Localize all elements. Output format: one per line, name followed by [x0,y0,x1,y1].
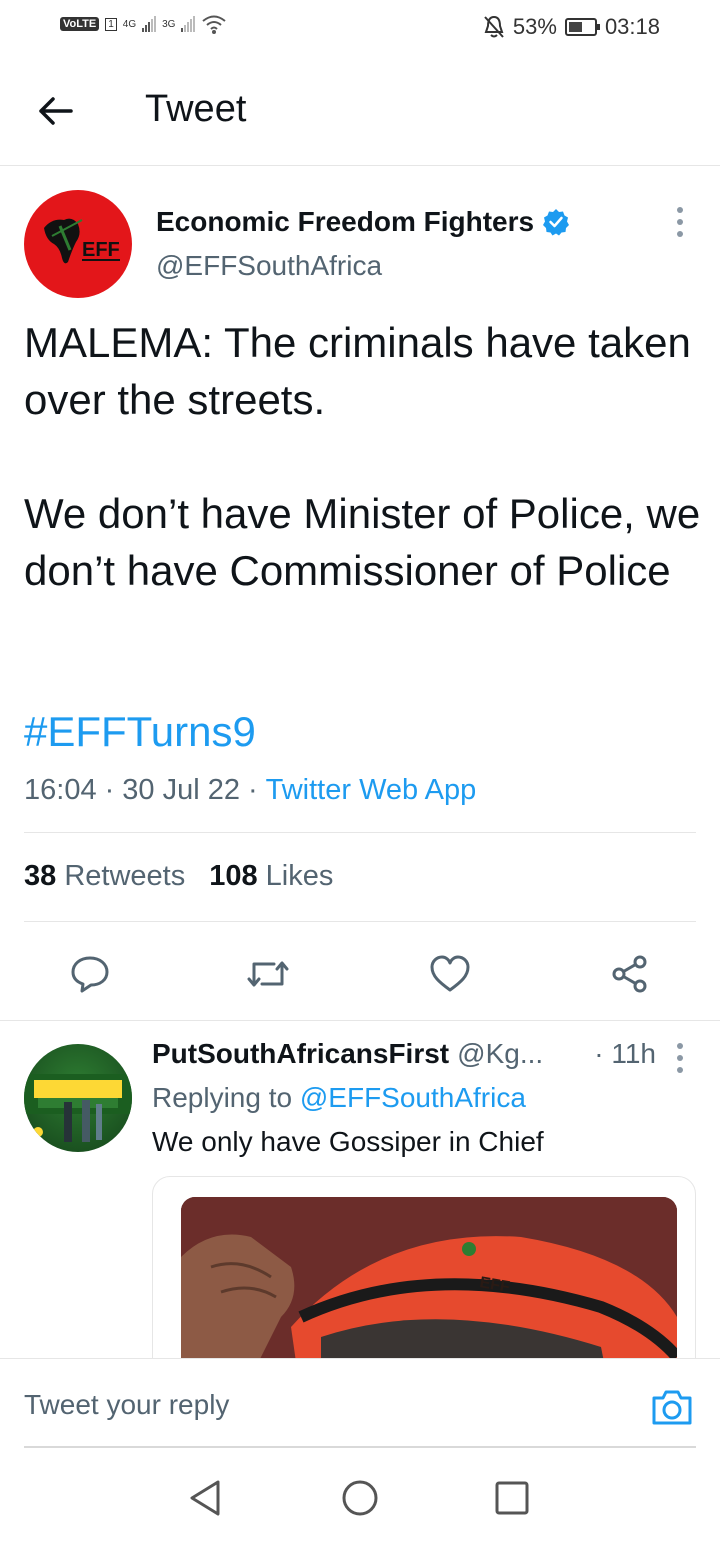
reply-button[interactable] [66,950,114,998]
tweet-date: 30 Jul 22 [122,774,240,806]
wifi-icon [202,15,227,34]
share-icon [612,955,647,993]
tweet-source-link[interactable]: Twitter Web App [266,774,477,807]
retweet-icon [247,961,289,987]
reply-input[interactable]: Tweet your reply [24,1389,229,1421]
status-bar: VoLTE 1 4G 3G 53% 03:18 [0,0,720,56]
meta-separator: · [247,774,258,806]
reply-composer: Tweet your reply [0,1358,720,1448]
network-3g: 3G [162,18,176,30]
tweet-actions [0,936,720,1020]
retweet-button[interactable] [244,950,292,998]
meta-separator: · [104,774,115,806]
clock: 03:18 [604,14,660,39]
author-handle[interactable]: @EFFSouthAfrica [156,250,382,282]
reply-author-handle[interactable]: @Kg... [457,1038,543,1070]
avatar-label: EFF [82,239,120,261]
retweets-label: Retweets [64,860,186,892]
divider [24,832,696,833]
reply-author-name[interactable]: PutSouthAfricansFirst [152,1038,449,1070]
more-options-icon[interactable] [670,206,690,238]
likes-label: Likes [265,860,334,892]
reply-time: · 11h [594,1038,656,1069]
reply-avatar-image [24,1074,132,1142]
reply-body: We only have Gossiper in Chief [152,1126,544,1157]
likes-count: 108 [209,860,258,892]
replying-to-link[interactable]: @EFFSouthAfrica [300,1082,526,1113]
reply-media-image[interactable]: EFF [181,1197,677,1360]
retweets-count: 38 [24,860,57,892]
nav-home-icon[interactable] [340,1478,380,1518]
likes-stat[interactable]: 108 Likes [209,860,333,893]
retweets-stat[interactable]: 38 Retweets [24,860,185,893]
tweet-body: MALEMA: The criminals have taken over th… [24,319,701,594]
replying-to: Replying to @EFFSouthAfrica [152,1082,526,1114]
camera-icon[interactable] [650,1387,694,1427]
share-button[interactable] [606,950,654,998]
heart-icon [430,955,470,992]
sim-badge: 1 [105,17,117,31]
reply-avatar[interactable] [24,1044,132,1152]
bell-muted-icon [484,15,504,38]
status-left: VoLTE 1 4G 3G [60,14,227,34]
more-options-icon[interactable] [670,1042,690,1074]
page-title: Tweet [145,88,247,130]
author-name-text: Economic Freedom Fighters [156,206,535,237]
reply-icon [71,956,109,993]
volte-badge: VoLTE [60,17,100,31]
replying-prefix: Replying to [152,1082,293,1113]
battery-icon [564,18,600,36]
beret-photo: EFF [181,1197,677,1360]
nav-recents-icon[interactable] [492,1478,532,1518]
divider [24,921,696,922]
tweet-time: 16:04 [24,774,97,806]
reply-tweet[interactable]: PutSouthAfricansFirst @Kg... · 11h Reply… [0,1020,720,1360]
avatar[interactable]: EFF [24,190,132,298]
system-nav-bar [0,1448,720,1541]
app-header: Tweet [0,56,720,166]
battery-percent: 53% [512,14,557,39]
network-4g: 4G [122,18,137,30]
eff-logo: EFF [44,218,120,264]
nav-back-icon[interactable] [186,1478,226,1518]
author-name[interactable]: Economic Freedom Fighters [156,206,570,238]
reply-media-card[interactable]: EFF [152,1176,696,1360]
back-button[interactable] [30,86,80,136]
verified-icon [543,209,570,236]
status-right: 53% 03:18 [483,14,660,40]
like-button[interactable] [426,950,474,998]
tweet-meta: 16:04 · 30 Jul 22 · Twitter Web App [24,774,476,807]
arrow-left-icon [39,97,73,125]
signal-icon [142,16,157,32]
tweet-stats: 38 Retweets 108 Likes [24,860,333,893]
signal-icon [181,16,196,32]
hashtag-link[interactable]: #EFFTurns9 [24,708,256,756]
reply-header: PutSouthAfricansFirst @Kg... [152,1038,662,1070]
